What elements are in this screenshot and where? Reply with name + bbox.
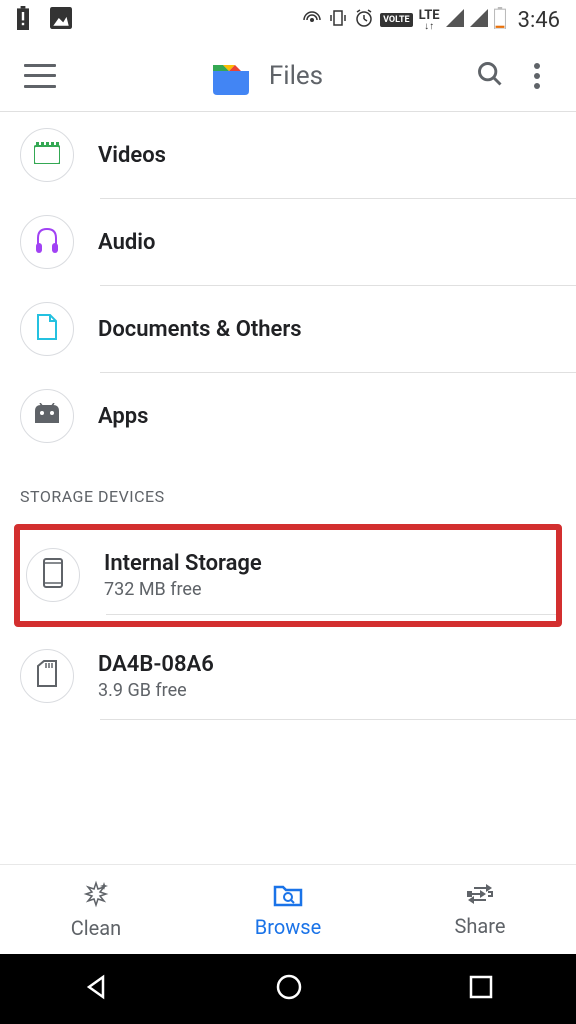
category-label: Videos <box>98 143 556 168</box>
clean-icon <box>82 880 110 912</box>
battery-alert-icon <box>16 6 30 34</box>
internal-storage-highlight: Internal Storage 732 MB free <box>14 524 562 627</box>
divider <box>106 614 556 615</box>
nav-label: Browse <box>255 915 321 939</box>
app-title: Files <box>269 61 323 91</box>
search-button[interactable] <box>476 60 506 92</box>
category-label: Documents & Others <box>98 317 556 342</box>
storage-section-header: STORAGE DEVICES <box>0 459 576 518</box>
audio-icon <box>34 226 60 258</box>
content-area: Videos Audio Documents & Others <box>0 112 576 864</box>
storage-label: DA4B-08A6 <box>98 652 556 677</box>
nav-tab-browse[interactable]: Browse <box>192 865 384 954</box>
hotspot-icon <box>302 8 322 32</box>
back-button[interactable] <box>83 974 109 1004</box>
phone-storage-icon <box>43 558 63 592</box>
volte-badge: VOLTE <box>380 13 413 27</box>
documents-icon <box>36 313 58 345</box>
apps-icon <box>33 403 61 429</box>
nav-label: Share <box>455 914 506 938</box>
battery-icon <box>494 7 506 33</box>
nav-tab-clean[interactable]: Clean <box>0 865 192 954</box>
nav-label: Clean <box>71 916 121 940</box>
clock-time: 3:46 <box>518 8 560 33</box>
app-logo-icon <box>209 57 253 95</box>
divider <box>100 719 576 720</box>
signal-icon-2 <box>470 9 488 31</box>
lte-indicator: LTE↓↑ <box>419 9 440 32</box>
browse-icon <box>273 881 303 911</box>
sdcard-icon <box>36 660 58 692</box>
app-bar: Files <box>0 40 576 112</box>
image-icon <box>50 7 72 33</box>
nav-tab-share[interactable]: Share <box>384 865 576 954</box>
signal-icon-1 <box>446 9 464 31</box>
category-label: Apps <box>98 404 556 429</box>
storage-sdcard[interactable]: DA4B-08A6 3.9 GB free <box>0 633 576 719</box>
more-options-button[interactable] <box>522 63 552 89</box>
recent-apps-button[interactable] <box>469 975 493 1003</box>
system-nav-bar <box>0 954 576 1024</box>
bottom-nav: Clean Browse Share <box>0 864 576 954</box>
videos-icon <box>34 142 60 168</box>
share-icon <box>466 882 494 910</box>
category-apps[interactable]: Apps <box>0 373 576 459</box>
home-button[interactable] <box>275 973 303 1005</box>
category-documents[interactable]: Documents & Others <box>0 286 576 372</box>
menu-button[interactable] <box>24 64 56 88</box>
category-videos[interactable]: Videos <box>0 112 576 198</box>
category-audio[interactable]: Audio <box>0 199 576 285</box>
storage-subtext: 3.9 GB free <box>98 680 556 701</box>
storage-internal[interactable]: Internal Storage 732 MB free <box>20 536 556 614</box>
category-label: Audio <box>98 230 556 255</box>
alarm-icon <box>354 8 374 32</box>
storage-subtext: 732 MB free <box>104 579 550 600</box>
status-bar: VOLTE LTE↓↑ 3:46 <box>0 0 576 40</box>
storage-label: Internal Storage <box>104 551 550 576</box>
vibrate-icon <box>328 8 348 32</box>
